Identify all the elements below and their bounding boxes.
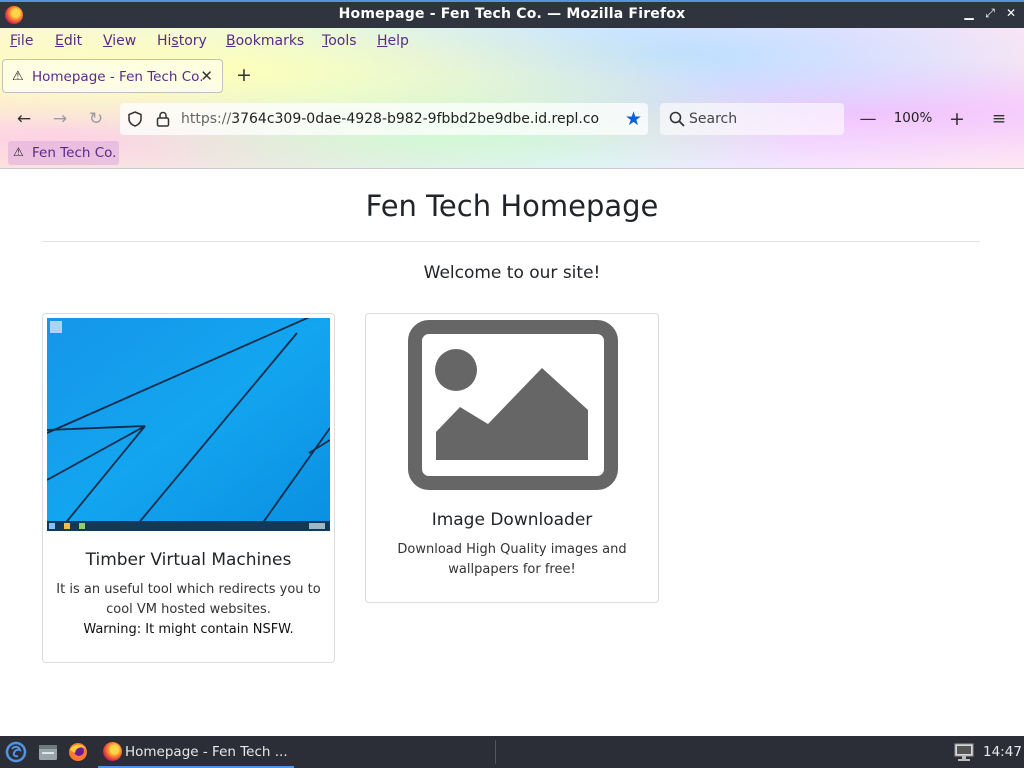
close-tab-icon[interactable]: ✕ xyxy=(200,67,213,85)
bookmark-label: Fen Tech Co. xyxy=(32,145,117,161)
menu-bookmarks[interactable]: Bookmarks xyxy=(226,33,304,49)
menu-help[interactable]: Help xyxy=(377,33,409,49)
welcome-text: Welcome to our site! xyxy=(423,263,601,283)
search-icon xyxy=(669,111,685,127)
url-text[interactable]: https://3764c309-0dae-4928-b982-9fbbd2be… xyxy=(181,111,599,127)
zoom-level[interactable]: 100% xyxy=(890,110,936,126)
page-content: Fen Tech Homepage Welcome to our site! T… xyxy=(0,169,1024,736)
search-bar[interactable]: Search xyxy=(660,103,844,135)
start-menu-icon[interactable] xyxy=(5,741,27,763)
card-title: Image Downloader xyxy=(431,510,593,530)
maximize-button[interactable]: ⤢ xyxy=(982,6,998,21)
search-placeholder: Search xyxy=(689,111,738,127)
browser-toolbar-area: File Edit View History Bookmarks Tools H… xyxy=(0,28,1024,169)
tab-homepage[interactable]: ⚠ Homepage - Fen Tech Co. ✕ xyxy=(2,59,223,93)
page-title: Fen Tech Homepage xyxy=(365,189,659,223)
image-placeholder-icon[interactable] xyxy=(408,320,618,490)
taskbar-separator xyxy=(495,740,496,764)
taskbar-task-firefox[interactable]: Homepage - Fen Tech ... xyxy=(98,736,294,768)
reload-button[interactable]: ↻ xyxy=(84,107,108,131)
shield-icon[interactable] xyxy=(128,111,142,127)
file-manager-icon[interactable] xyxy=(37,741,59,763)
hamburger-menu-button[interactable]: ≡ xyxy=(988,109,1010,129)
forward-button[interactable]: → xyxy=(48,107,72,131)
zoom-in-button[interactable]: + xyxy=(946,109,968,129)
new-tab-button[interactable]: + xyxy=(234,65,254,85)
warning-icon: ⚠ xyxy=(12,69,24,84)
back-button[interactable]: ← xyxy=(12,107,36,131)
firefox-icon xyxy=(103,742,122,761)
navigation-bar: ← → ↻ https://3764c309-0dae-4928-b982-9f… xyxy=(0,101,1024,137)
url-bar[interactable]: https://3764c309-0dae-4928-b982-9fbbd2be… xyxy=(120,103,648,135)
menu-edit[interactable]: Edit xyxy=(55,33,82,49)
card-timber-vm[interactable]: Timber Virtual Machines It is an useful … xyxy=(42,313,335,663)
menu-file[interactable]: File xyxy=(10,33,33,49)
close-window-button[interactable]: ✕ xyxy=(1003,6,1019,20)
clock[interactable]: 14:47 xyxy=(983,744,1022,760)
bookmark-star-icon[interactable]: ★ xyxy=(625,108,642,130)
card-text: It is an useful tool which redirects you… xyxy=(56,582,321,617)
taskbar: Homepage - Fen Tech ... 14:47 xyxy=(0,736,1024,768)
lock-icon[interactable] xyxy=(156,111,170,127)
menu-view[interactable]: View xyxy=(103,33,136,49)
window-title: Homepage - Fen Tech Co. — Mozilla Firefo… xyxy=(338,6,686,22)
card-warning: Warning: It might contain NSFW. xyxy=(83,622,294,637)
zoom-out-button[interactable]: — xyxy=(858,109,878,129)
minimize-button[interactable]: ▁ xyxy=(961,6,977,20)
card-title: Timber Virtual Machines xyxy=(85,550,292,570)
warning-icon: ⚠ xyxy=(13,145,24,159)
card-image-downloader[interactable]: Image Downloader Download High Quality i… xyxy=(365,313,659,603)
card-text: Download High Quality images and wallpap… xyxy=(397,542,627,577)
task-label: Homepage - Fen Tech ... xyxy=(125,744,288,760)
tab-label: Homepage - Fen Tech Co. xyxy=(32,69,202,85)
windows-desktop-image[interactable] xyxy=(47,318,330,531)
firefox-launcher-icon[interactable] xyxy=(67,741,89,763)
network-icon[interactable] xyxy=(954,743,974,761)
divider xyxy=(42,241,980,242)
menu-history[interactable]: History xyxy=(157,33,207,49)
bookmark-fen-tech[interactable]: ⚠ Fen Tech Co. xyxy=(8,141,119,165)
menu-tools[interactable]: Tools xyxy=(322,33,357,49)
window-titlebar: Homepage - Fen Tech Co. — Mozilla Firefo… xyxy=(0,0,1024,28)
menu-bar: File Edit View History Bookmarks Tools H… xyxy=(0,28,1024,54)
